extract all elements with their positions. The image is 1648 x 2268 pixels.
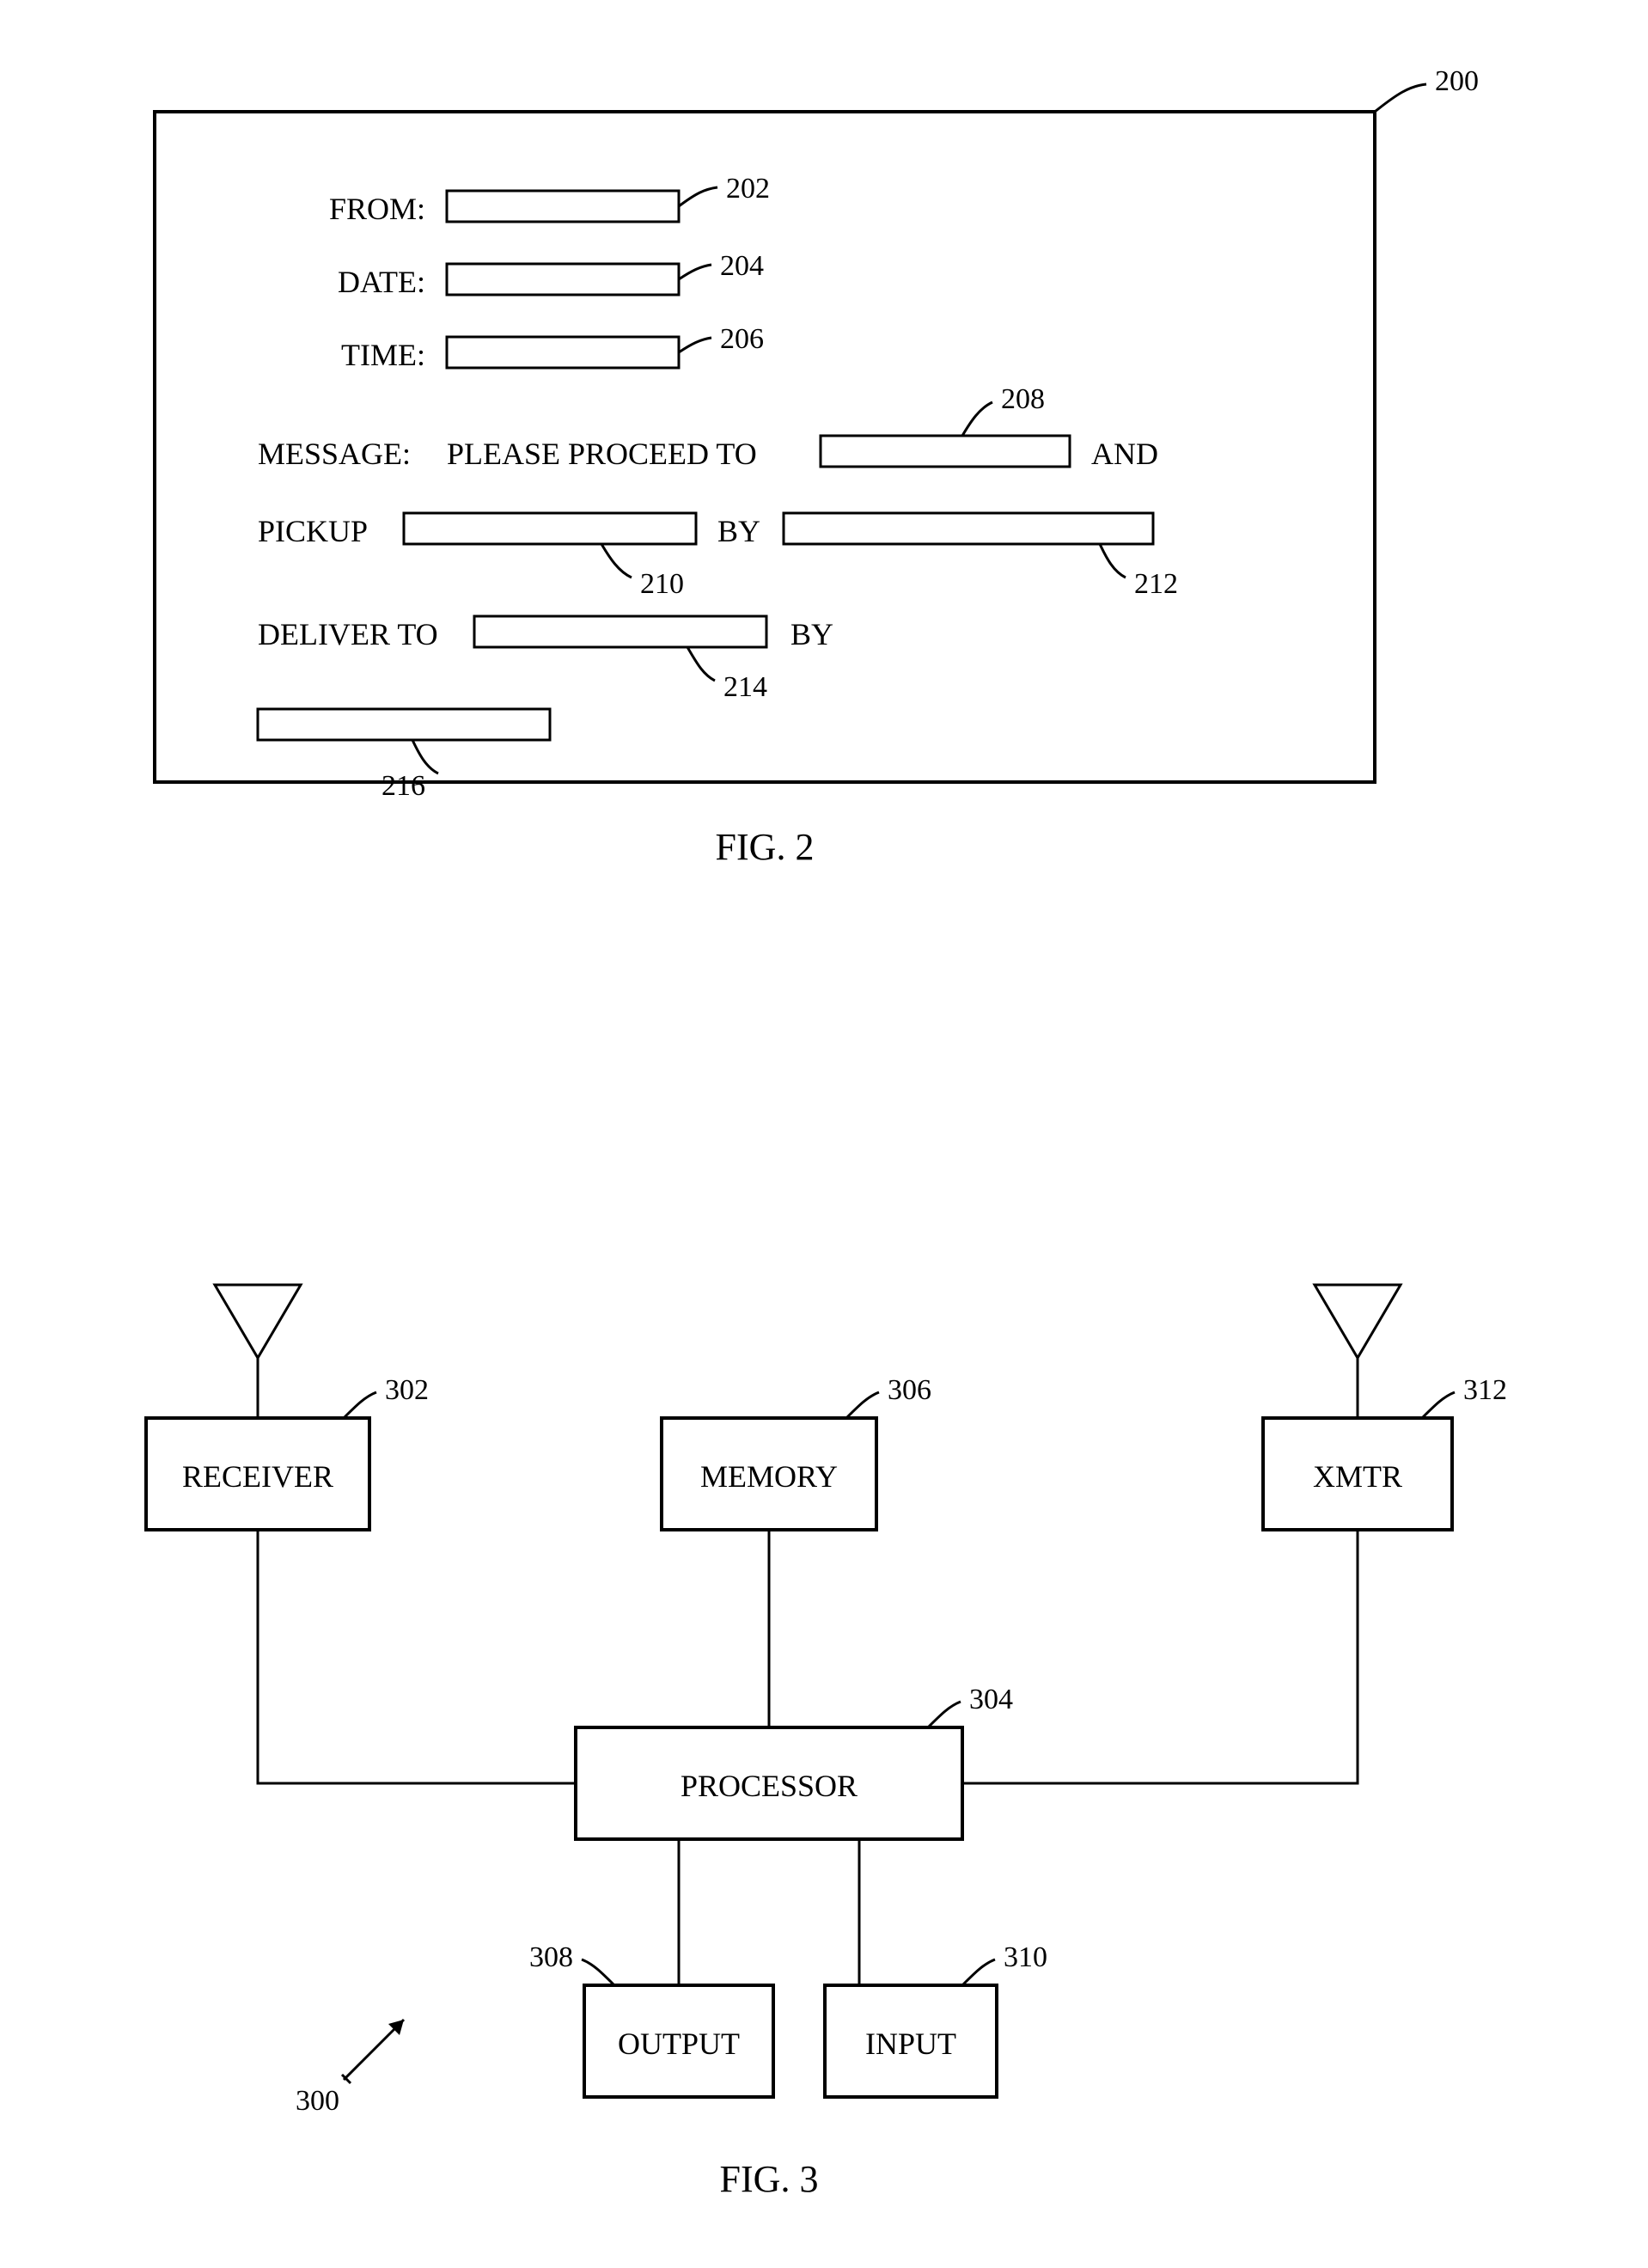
leader-208 bbox=[962, 402, 992, 436]
leader-206 bbox=[679, 338, 711, 352]
leader-214 bbox=[687, 647, 715, 681]
leader-210 bbox=[601, 544, 632, 578]
ref-206: 206 bbox=[720, 323, 764, 355]
leader-308 bbox=[582, 1959, 614, 1985]
label-from: FROM: bbox=[329, 192, 425, 226]
label-processor: PROCESSOR bbox=[681, 1769, 858, 1803]
field-pickup[interactable] bbox=[404, 513, 696, 544]
label-receiver: RECEIVER bbox=[182, 1459, 333, 1494]
ref-216: 216 bbox=[381, 770, 425, 802]
field-pickup-by[interactable] bbox=[784, 513, 1153, 544]
ref-300-arrow bbox=[342, 2020, 404, 2083]
fig3-caption: FIG. 3 bbox=[720, 2158, 819, 2200]
ref-212: 212 bbox=[1134, 568, 1178, 600]
ref-306: 306 bbox=[888, 1374, 931, 1406]
fig2-caption: FIG. 2 bbox=[716, 826, 815, 868]
figure-2: 200 FROM: 202 DATE: 204 TIME: 206 MESSAG… bbox=[155, 65, 1479, 868]
field-date[interactable] bbox=[447, 264, 679, 295]
antenna-xmtr bbox=[1315, 1285, 1401, 1418]
leader-302 bbox=[344, 1392, 376, 1418]
label-date: DATE: bbox=[338, 265, 425, 299]
msg-pickup: PICKUP bbox=[258, 514, 368, 548]
field-time[interactable] bbox=[447, 337, 679, 368]
ref-210: 210 bbox=[640, 568, 684, 600]
ref-304: 304 bbox=[969, 1684, 1013, 1715]
ref-204: 204 bbox=[720, 250, 764, 282]
figure-3: RECEIVER 302 MEMORY 306 XMTR 312 PROCESS… bbox=[146, 1285, 1507, 2200]
ref-312: 312 bbox=[1463, 1374, 1507, 1406]
leader-212 bbox=[1100, 544, 1126, 578]
wire-receiver-processor bbox=[258, 1530, 576, 1783]
field-deliver-by[interactable] bbox=[258, 709, 550, 740]
label-output: OUTPUT bbox=[618, 2027, 740, 2061]
ref-302: 302 bbox=[385, 1374, 429, 1406]
wire-xmtr-processor bbox=[962, 1530, 1358, 1783]
msg-by-2: BY bbox=[790, 617, 833, 651]
leader-202 bbox=[679, 187, 717, 206]
label-memory: MEMORY bbox=[700, 1459, 838, 1494]
ref-310: 310 bbox=[1004, 1941, 1047, 1973]
label-input: INPUT bbox=[865, 2027, 956, 2061]
msg-please-proceed: PLEASE PROCEED TO bbox=[447, 437, 757, 471]
label-xmtr: XMTR bbox=[1313, 1459, 1402, 1494]
label-message: MESSAGE: bbox=[258, 437, 411, 471]
ref-208: 208 bbox=[1001, 383, 1045, 415]
leader-216 bbox=[412, 740, 438, 773]
msg-deliver-to: DELIVER TO bbox=[258, 617, 438, 651]
leader-310 bbox=[962, 1959, 995, 1985]
ref-300: 300 bbox=[296, 2085, 339, 2117]
ref-200: 200 bbox=[1435, 65, 1479, 97]
field-from[interactable] bbox=[447, 191, 679, 222]
ref-308: 308 bbox=[529, 1941, 573, 1973]
field-deliver-to[interactable] bbox=[474, 616, 766, 647]
msg-and: AND bbox=[1091, 437, 1158, 471]
msg-by-1: BY bbox=[717, 514, 760, 548]
antenna-receiver bbox=[215, 1285, 301, 1418]
leader-204 bbox=[679, 265, 711, 279]
label-time: TIME: bbox=[341, 338, 425, 372]
leader-312 bbox=[1422, 1392, 1455, 1418]
field-proceed-to[interactable] bbox=[821, 436, 1070, 467]
leader-306 bbox=[846, 1392, 879, 1418]
leader-304 bbox=[928, 1702, 961, 1727]
ref-214: 214 bbox=[723, 671, 767, 703]
leader-200 bbox=[1375, 84, 1426, 112]
ref-202: 202 bbox=[726, 173, 770, 205]
